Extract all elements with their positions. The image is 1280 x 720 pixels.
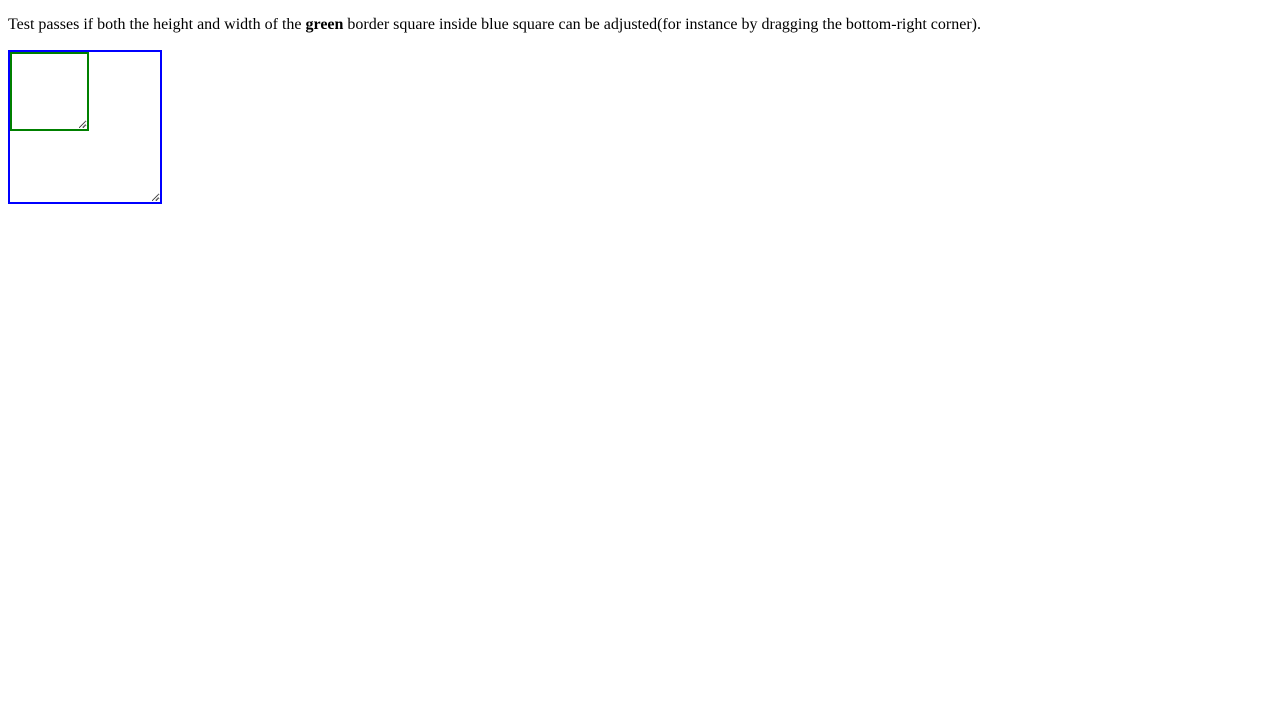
blue-resizable-square[interactable] [8, 50, 162, 204]
instructions-prefix: Test passes if both the height and width… [8, 16, 306, 33]
instructions-suffix: border square inside blue square can be … [343, 16, 981, 33]
resize-grip-icon[interactable] [79, 121, 86, 128]
green-resizable-square[interactable] [10, 52, 89, 131]
test-instructions: Test passes if both the height and width… [8, 15, 981, 34]
resize-grip-icon[interactable] [152, 194, 159, 201]
instructions-emphasis: green [305, 16, 344, 33]
